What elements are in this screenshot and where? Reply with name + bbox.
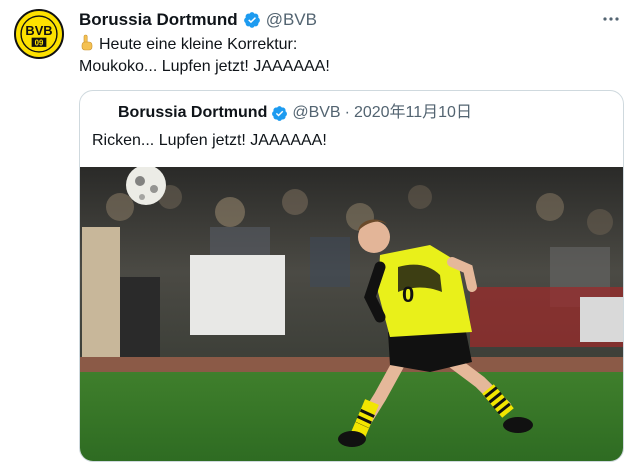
football-player-photo: 0 xyxy=(80,167,623,461)
quoted-tweet-photo[interactable]: 0 xyxy=(80,167,623,461)
quoted-tweet-header: Borussia Dortmund @BVB · 2020年11月10日 xyxy=(118,102,472,124)
more-horizontal-icon xyxy=(603,17,619,21)
quoted-tweet-text: Ricken... Lupfen jetzt! JAAAAAA! xyxy=(92,132,327,149)
author-name[interactable]: Borussia Dortmund xyxy=(79,9,238,31)
svg-text:0: 0 xyxy=(402,282,414,307)
tweet-header: Borussia Dortmund @BVB xyxy=(79,9,600,31)
quoted-author-name[interactable]: Borussia Dortmund xyxy=(118,102,267,124)
bvb-logo: BVB 09 xyxy=(18,13,60,55)
svg-text:09: 09 xyxy=(35,39,44,48)
author-handle[interactable]: @BVB xyxy=(266,9,317,31)
verified-badge-icon xyxy=(272,105,288,121)
meta-separator: · xyxy=(344,104,350,121)
tweet-text-body-1: Heute eine kleine Korrektur: xyxy=(99,36,298,53)
tweet-text-line-1: Heute eine kleine Korrektur: xyxy=(79,34,624,56)
svg-text:BVB: BVB xyxy=(25,23,52,38)
quoted-tweet-date[interactable]: 2020年11月10日 xyxy=(354,102,472,124)
tweet-text-line-2: Moukoko... Lupfen jetzt! JAAAAAA! xyxy=(79,58,330,75)
more-options-button[interactable] xyxy=(598,6,624,32)
quoted-tweet-card[interactable]: Borussia Dortmund @BVB · 2020年11月10日 Ric… xyxy=(79,90,624,462)
quoted-author-handle[interactable]: @BVB xyxy=(292,102,340,124)
avatar[interactable]: BVB 09 xyxy=(14,9,64,59)
verified-badge-icon xyxy=(243,12,260,28)
tweet-text: Heute eine kleine Korrektur: Moukoko... … xyxy=(79,34,624,78)
pointing-up-icon xyxy=(81,34,93,51)
